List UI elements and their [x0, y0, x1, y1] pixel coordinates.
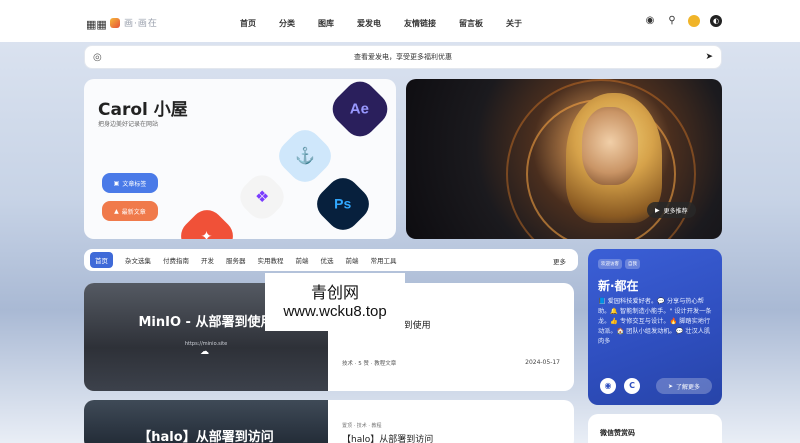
hero-subtitle: 把身边美好记录在网站	[98, 121, 159, 128]
final-cut-icon: ❖	[233, 168, 291, 226]
tabs-more-link[interactable]: 更多	[553, 256, 566, 266]
play-icon: ▶	[655, 206, 660, 214]
nav-item-about[interactable]: 关于	[506, 18, 522, 29]
watermark-name: 青创网	[310, 283, 359, 302]
portrait-face	[582, 107, 638, 185]
tab-tools[interactable]: 常用工具	[371, 255, 397, 265]
nav-item-home[interactable]: 首页	[240, 18, 256, 29]
badge: 欢迎访客	[598, 259, 622, 269]
post-card[interactable]: 【halo】从部署到访问 置顶 · 技术 · 教程 【halo】从部署到访问	[84, 400, 574, 443]
badge: 自我	[625, 259, 640, 269]
after-effects-icon: Ae	[326, 79, 394, 143]
main-nav: 首页 分类 图库 爱发电 友情链接 留言板 关于	[240, 18, 545, 29]
theme-toggle-icon[interactable]: ◐	[710, 15, 722, 27]
nav-item-gallery[interactable]: 图库	[318, 18, 334, 29]
github-icon[interactable]: ◉	[644, 15, 656, 27]
c-icon[interactable]: C	[624, 378, 640, 394]
search-icon[interactable]: ⚲	[666, 15, 678, 27]
tab-dev[interactable]: 开发	[201, 255, 214, 265]
arrow-right-icon[interactable]: ➤	[705, 52, 713, 62]
featured-image-card[interactable]: ▶ 更多推荐	[406, 79, 722, 239]
post-cover-image[interactable]: 【halo】从部署到访问	[84, 400, 328, 443]
notice-icon: ◎	[93, 52, 102, 63]
logo-text: 画·画在	[124, 19, 158, 29]
tab-essays[interactable]: 杂文选集	[125, 255, 151, 265]
category-tabs: 首页 杂文选集 付费指南 开发 服务器 实用教程 前端 优选 前端 常用工具 更…	[84, 249, 578, 271]
post-date: 2024-05-17	[525, 359, 560, 366]
tab-frontend[interactable]: 前端	[296, 255, 309, 265]
tags-button-label: 文章标签	[122, 180, 147, 188]
tab-featured[interactable]: 优选	[321, 255, 334, 265]
latest-posts-button[interactable]: ▲ 最新文章	[102, 201, 158, 221]
nav-actions: ◉ ⚲ ◐	[644, 15, 722, 27]
learn-more-label: 了解更多	[676, 383, 701, 391]
swift-icon: ✦	[174, 203, 240, 239]
nav-item-guestbook[interactable]: 留言板	[459, 18, 483, 29]
tags-button[interactable]: ▣ 文章标签	[102, 173, 158, 193]
post-meta: 置顶 · 技术 · 教程	[342, 423, 382, 429]
author-title: 新·都在	[598, 279, 639, 293]
logo-mark	[110, 17, 120, 28]
tab-tutorials[interactable]: 实用教程	[258, 255, 284, 265]
tab-home[interactable]: 首页	[90, 252, 113, 268]
more-recommend-label: 更多推荐	[663, 207, 688, 215]
tab-frontend-2[interactable]: 前端	[346, 255, 359, 265]
top-navbar: ▦▦ 画·画在 首页 分类 图库 爱发电 友情链接 留言板 关于 ◉ ⚲ ◐	[0, 0, 800, 42]
photoshop-icon: Ps	[310, 171, 376, 237]
author-card: 欢迎访客 自我 新·都在 📘 爱园科技爱好者。💬 分享与热心帮助。🔔 智能制造小…	[588, 249, 722, 405]
avatar[interactable]	[688, 15, 700, 27]
latest-posts-button-label: 最新文章	[121, 208, 146, 216]
wechat-reward-card: 微信赞赏码	[588, 414, 722, 443]
tab-server[interactable]: 服务器	[226, 255, 246, 265]
post-meta: 技术 · 5 赞 · 教程文章	[342, 361, 397, 367]
watermark: 青创网 www.wcku8.top	[265, 273, 405, 331]
author-description: 📘 爱园科技爱好者。💬 分享与热心帮助。🔔 智能制造小能手。" 设计开发一条龙。…	[598, 298, 712, 345]
watermark-url: www.wcku8.top	[283, 303, 387, 320]
hero-title: Carol 小屋	[98, 100, 188, 120]
site-logo[interactable]: 画·画在	[110, 16, 158, 29]
cloud-icon: ☁	[200, 347, 209, 357]
post-title[interactable]: 【halo】从部署到访问	[342, 432, 433, 443]
tab-paid-guide[interactable]: 付费指南	[163, 255, 189, 265]
learn-more-button[interactable]: ➤ 了解更多	[656, 378, 712, 394]
nav-item-afdian[interactable]: 爱发电	[357, 18, 381, 29]
grid-icon[interactable]: ▦▦	[86, 19, 107, 30]
nav-item-links[interactable]: 友情链接	[404, 18, 436, 29]
arrow-right-icon: ➤	[667, 382, 673, 390]
cover-title: 【halo】从部署到访问	[138, 430, 274, 443]
more-recommend-button[interactable]: ▶ 更多推荐	[647, 202, 696, 218]
tag-icon: ▣	[113, 179, 120, 187]
fire-icon: ▲	[114, 207, 119, 215]
notice-bar[interactable]: ◎ 查看爱发电，享受更多福利优惠 ➤	[84, 45, 722, 69]
wechat-reward-title: 微信赞赏码	[600, 429, 635, 437]
docker-icon: ⚓	[272, 123, 338, 189]
author-badges: 欢迎访客 自我	[598, 259, 640, 269]
nav-item-category[interactable]: 分类	[279, 18, 295, 29]
github-icon[interactable]: ◉	[600, 378, 616, 394]
notice-text: 查看爱发电，享受更多福利优惠	[354, 53, 452, 61]
